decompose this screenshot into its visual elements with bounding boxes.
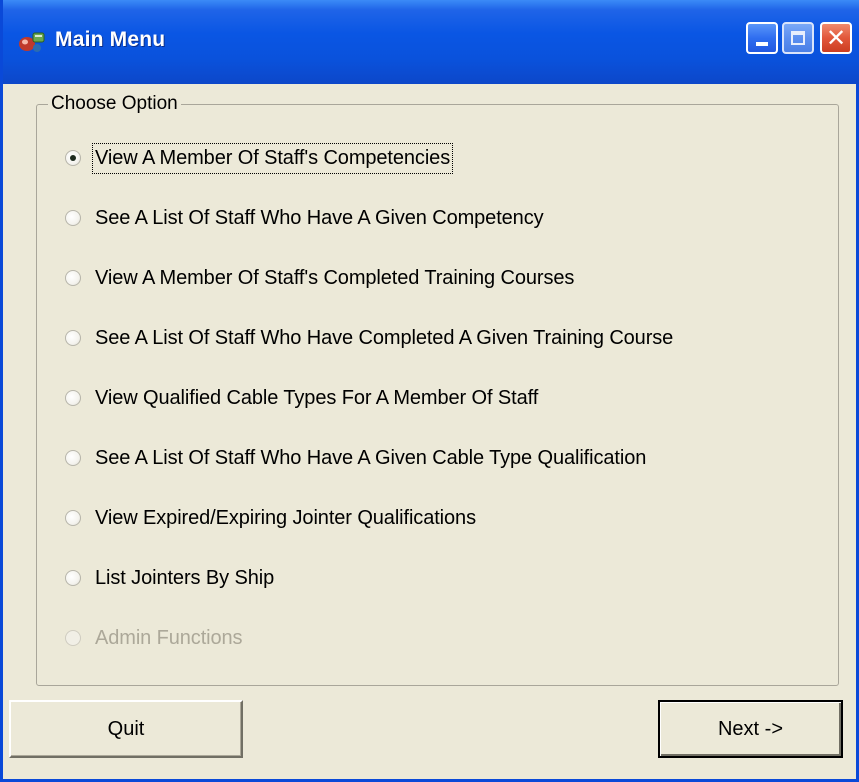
option-view-staff-competencies[interactable]: View A Member Of Staff's Competencies bbox=[65, 140, 454, 176]
option-admin-functions: Admin Functions bbox=[65, 620, 244, 656]
radio-button[interactable] bbox=[65, 450, 81, 466]
radio-button[interactable] bbox=[65, 210, 81, 226]
radio-button[interactable] bbox=[65, 330, 81, 346]
option-list-staff-training-course[interactable]: See A List Of Staff Who Have Completed A… bbox=[65, 320, 675, 356]
option-view-completed-training[interactable]: View A Member Of Staff's Completed Train… bbox=[65, 260, 576, 296]
option-label: View A Member Of Staff's Competencies bbox=[91, 142, 454, 174]
radio-button-checked[interactable] bbox=[65, 150, 81, 166]
radio-button[interactable] bbox=[65, 570, 81, 586]
title-bar[interactable]: Main Menu ✕ bbox=[3, 0, 859, 84]
quit-button[interactable]: Quit bbox=[9, 700, 243, 758]
option-expired-jointer-qualifications[interactable]: View Expired/Expiring Jointer Qualificat… bbox=[65, 500, 478, 536]
radio-button-disabled bbox=[65, 630, 81, 646]
option-label: View Expired/Expiring Jointer Qualificat… bbox=[95, 506, 476, 529]
option-label: View Qualified Cable Types For A Member … bbox=[95, 386, 539, 409]
option-label: See A List Of Staff Who Have Completed A… bbox=[95, 326, 674, 349]
next-button[interactable]: Next -> bbox=[658, 700, 843, 758]
minimize-icon bbox=[756, 42, 768, 46]
app-icon bbox=[19, 32, 45, 52]
option-label: Admin Functions bbox=[95, 626, 243, 649]
close-icon: ✕ bbox=[825, 24, 847, 52]
option-label: See A List Of Staff Who Have A Given Cab… bbox=[95, 446, 647, 469]
option-label: List Jointers By Ship bbox=[95, 566, 275, 589]
close-button[interactable]: ✕ bbox=[820, 22, 852, 54]
option-list-staff-competency[interactable]: See A List Of Staff Who Have A Given Com… bbox=[65, 200, 546, 236]
option-list-jointers-by-ship[interactable]: List Jointers By Ship bbox=[65, 560, 276, 596]
option-list-staff-cable-qualification[interactable]: See A List Of Staff Who Have A Given Cab… bbox=[65, 440, 648, 476]
radio-button[interactable] bbox=[65, 390, 81, 406]
minimize-button[interactable] bbox=[746, 22, 778, 54]
option-label: View A Member Of Staff's Completed Train… bbox=[95, 266, 575, 289]
main-menu-window: Main Menu ✕ Choose Option View A Member … bbox=[0, 0, 859, 782]
window-title: Main Menu bbox=[55, 28, 166, 51]
radio-button[interactable] bbox=[65, 270, 81, 286]
option-label: See A List Of Staff Who Have A Given Com… bbox=[95, 206, 544, 229]
maximize-button[interactable] bbox=[782, 22, 814, 54]
maximize-icon bbox=[791, 31, 805, 45]
group-legend: Choose Option bbox=[48, 93, 181, 115]
radio-button[interactable] bbox=[65, 510, 81, 526]
option-view-cable-types[interactable]: View Qualified Cable Types For A Member … bbox=[65, 380, 540, 416]
